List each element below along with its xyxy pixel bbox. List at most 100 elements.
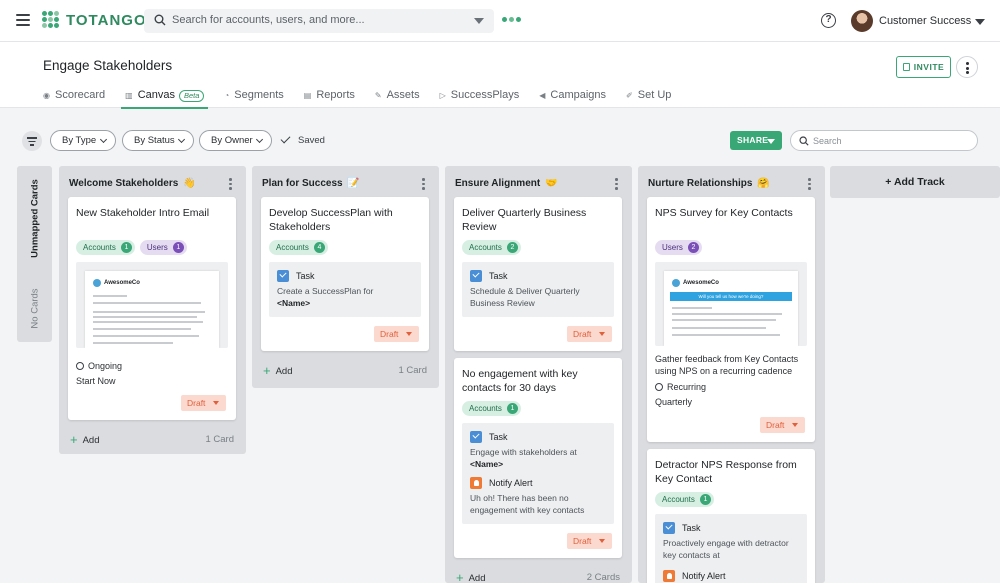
chevron-down-icon[interactable] bbox=[474, 18, 484, 24]
chip-accounts[interactable]: Accounts 1 bbox=[655, 492, 714, 507]
notify-alert-step[interactable]: Notify Alert bbox=[663, 570, 801, 582]
more-options-button[interactable] bbox=[956, 56, 978, 78]
track-footer: + Add 2 Cards bbox=[456, 570, 620, 583]
card-develop-successplan[interactable]: Develop SuccessPlan with Stakeholders Ac… bbox=[261, 197, 429, 351]
notify-alert-step[interactable]: Notify Alert Uh oh! There has been no en… bbox=[470, 477, 608, 516]
tab-campaigns[interactable]: ◀ Campaigns bbox=[539, 89, 606, 108]
help-icon[interactable]: ? bbox=[821, 13, 836, 28]
chip-accounts[interactable]: Accounts 1 bbox=[76, 240, 135, 255]
add-card-button[interactable]: + Add bbox=[456, 570, 486, 583]
tab-canvas[interactable]: ▥ Canvas Beta bbox=[121, 89, 209, 109]
track-plan-for-success[interactable]: Plan for Success 📝 Develop SuccessPlan w… bbox=[252, 166, 439, 388]
card-nps-survey[interactable]: NPS Survey for Key Contacts Users 2 Aweso… bbox=[647, 197, 815, 442]
filter-by-owner[interactable]: By Owner bbox=[199, 130, 272, 151]
task-step[interactable]: Task Create a SuccessPlan for <Name> bbox=[277, 270, 415, 309]
handshake-icon: 🤝 bbox=[544, 178, 558, 189]
track-welcome-stakeholders[interactable]: Welcome Stakeholders 👋 New Stakeholder I… bbox=[59, 166, 246, 454]
track-title: Plan for Success 📝 bbox=[262, 178, 360, 189]
unmapped-empty: No Cards bbox=[29, 288, 40, 329]
card-schedule: Ongoing Start Now bbox=[76, 361, 122, 386]
user-menu-chevron-icon[interactable] bbox=[975, 19, 985, 25]
draft-status-button[interactable]: Draft bbox=[760, 417, 805, 433]
card-quarterly-review[interactable]: Deliver Quarterly Business Review Accoun… bbox=[454, 197, 622, 351]
card-intro-email[interactable]: New Stakeholder Intro Email Accounts 1 Us… bbox=[68, 197, 236, 420]
page-header: Engage Stakeholders INVITE ◉ Scorecard ▥ C… bbox=[0, 42, 1000, 109]
card-no-engagement[interactable]: No engagement with key contacts for 30 d… bbox=[454, 358, 622, 558]
filter-icon[interactable] bbox=[22, 131, 42, 151]
track-menu-icon[interactable] bbox=[808, 178, 811, 191]
task-step[interactable]: Task Proactively engage with detractor k… bbox=[663, 522, 801, 561]
check-icon bbox=[280, 133, 291, 144]
clock-icon bbox=[76, 362, 84, 370]
apps-icon[interactable] bbox=[502, 17, 523, 22]
search-icon bbox=[154, 14, 166, 26]
filter-label: By Type bbox=[62, 135, 97, 146]
global-search[interactable]: Search for accounts, users, and more... bbox=[144, 9, 494, 33]
email-preview[interactable]: AwesomeCo bbox=[76, 262, 228, 348]
preview-line bbox=[672, 334, 780, 336]
card-detractor-nps[interactable]: Detractor NPS Response from Key Contact … bbox=[647, 449, 815, 583]
setup-icon: ✐ bbox=[626, 91, 633, 100]
board-search[interactable] bbox=[790, 130, 978, 151]
tab-scorecard[interactable]: ◉ Scorecard bbox=[43, 89, 105, 108]
step-box: Task Schedule & Deliver Quarterly Busine… bbox=[462, 262, 614, 317]
tab-segments[interactable]: ◔ Segments bbox=[224, 89, 283, 108]
task-step[interactable]: Task Engage with stakeholders at <Name> bbox=[470, 431, 608, 470]
draft-status-button[interactable]: Draft bbox=[567, 533, 612, 549]
chip-accounts[interactable]: Accounts 2 bbox=[462, 240, 521, 255]
track-nurture-relationships[interactable]: Nurture Relationships 🤗 NPS Survey for K… bbox=[638, 166, 825, 583]
step-box: Task Create a SuccessPlan for <Name> bbox=[269, 262, 421, 317]
preview-brand: AwesomeCo bbox=[672, 279, 719, 287]
menu-icon[interactable] bbox=[16, 14, 30, 26]
chip-accounts[interactable]: Accounts 4 bbox=[269, 240, 328, 255]
search-input[interactable] bbox=[813, 134, 963, 147]
step-type: Notify Alert bbox=[682, 571, 726, 581]
track-ensure-alignment[interactable]: Ensure Alignment 🤝 Deliver Quarterly Bus… bbox=[445, 166, 632, 583]
track-menu-icon[interactable] bbox=[422, 178, 425, 191]
draft-status-button[interactable]: Draft bbox=[567, 326, 612, 342]
invite-button[interactable]: INVITE bbox=[896, 56, 951, 78]
unmapped-cards-column[interactable]: Unmapped Cards No Cards bbox=[17, 166, 52, 342]
track-title-text: Plan for Success bbox=[262, 178, 343, 189]
user-name[interactable]: Customer Success bbox=[879, 15, 971, 27]
filter-by-type[interactable]: By Type bbox=[50, 130, 116, 151]
add-track-button[interactable]: + Add Track bbox=[830, 166, 1000, 198]
track-menu-icon[interactable] bbox=[229, 178, 232, 191]
draft-label: Draft bbox=[380, 329, 399, 339]
step-box: Task Engage with stakeholders at <Name> N… bbox=[462, 423, 614, 524]
schedule-status: Recurring bbox=[667, 382, 707, 392]
add-card-button[interactable]: + Add bbox=[263, 363, 293, 378]
track-menu-icon[interactable] bbox=[615, 178, 618, 191]
logo[interactable]: TOTANGO bbox=[42, 11, 147, 29]
chevron-down-icon bbox=[599, 539, 605, 543]
chevron-down-icon bbox=[177, 135, 186, 144]
draft-status-button[interactable]: Draft bbox=[374, 326, 419, 342]
card-title: No engagement with key contacts for 30 d… bbox=[462, 368, 578, 394]
unmapped-title: Unmapped Cards bbox=[29, 179, 40, 258]
chip-users[interactable]: Users 2 bbox=[655, 240, 702, 255]
share-button[interactable]: SHARE bbox=[730, 131, 782, 150]
tab-assets[interactable]: ✎ Assets bbox=[375, 89, 420, 108]
preview-brand-text: AwesomeCo bbox=[683, 280, 719, 286]
draft-status-button[interactable]: Draft bbox=[181, 395, 226, 411]
chip-users[interactable]: Users 1 bbox=[139, 240, 187, 255]
avatar[interactable] bbox=[851, 10, 873, 32]
track-title: Nurture Relationships 🤗 bbox=[648, 178, 770, 189]
tab-label: Campaigns bbox=[550, 89, 607, 101]
tab-successplays[interactable]: ▷ SuccessPlays bbox=[440, 89, 520, 108]
tab-reports[interactable]: ▤ Reports bbox=[304, 89, 355, 108]
filter-by-status[interactable]: By Status bbox=[122, 130, 194, 151]
chip-accounts[interactable]: Accounts 1 bbox=[462, 401, 521, 416]
add-label: Add bbox=[468, 573, 486, 583]
card-title: NPS Survey for Key Contacts bbox=[655, 207, 793, 219]
add-card-button[interactable]: + Add bbox=[70, 432, 100, 447]
step-desc: Uh oh! There has been no engagement with… bbox=[470, 493, 585, 515]
tab-setup[interactable]: ✐ Set Up bbox=[626, 89, 671, 108]
brand-logo-icon bbox=[672, 279, 680, 287]
card-count: 1 Card bbox=[398, 365, 427, 376]
preview-line bbox=[672, 313, 782, 315]
task-step[interactable]: Task Schedule & Deliver Quarterly Busine… bbox=[470, 270, 608, 309]
top-bar: TOTANGO Search for accounts, users, and … bbox=[0, 0, 1000, 42]
draft-label: Draft bbox=[573, 329, 592, 339]
email-preview[interactable]: AwesomeCo Will you tell us how we're doi… bbox=[655, 262, 807, 346]
